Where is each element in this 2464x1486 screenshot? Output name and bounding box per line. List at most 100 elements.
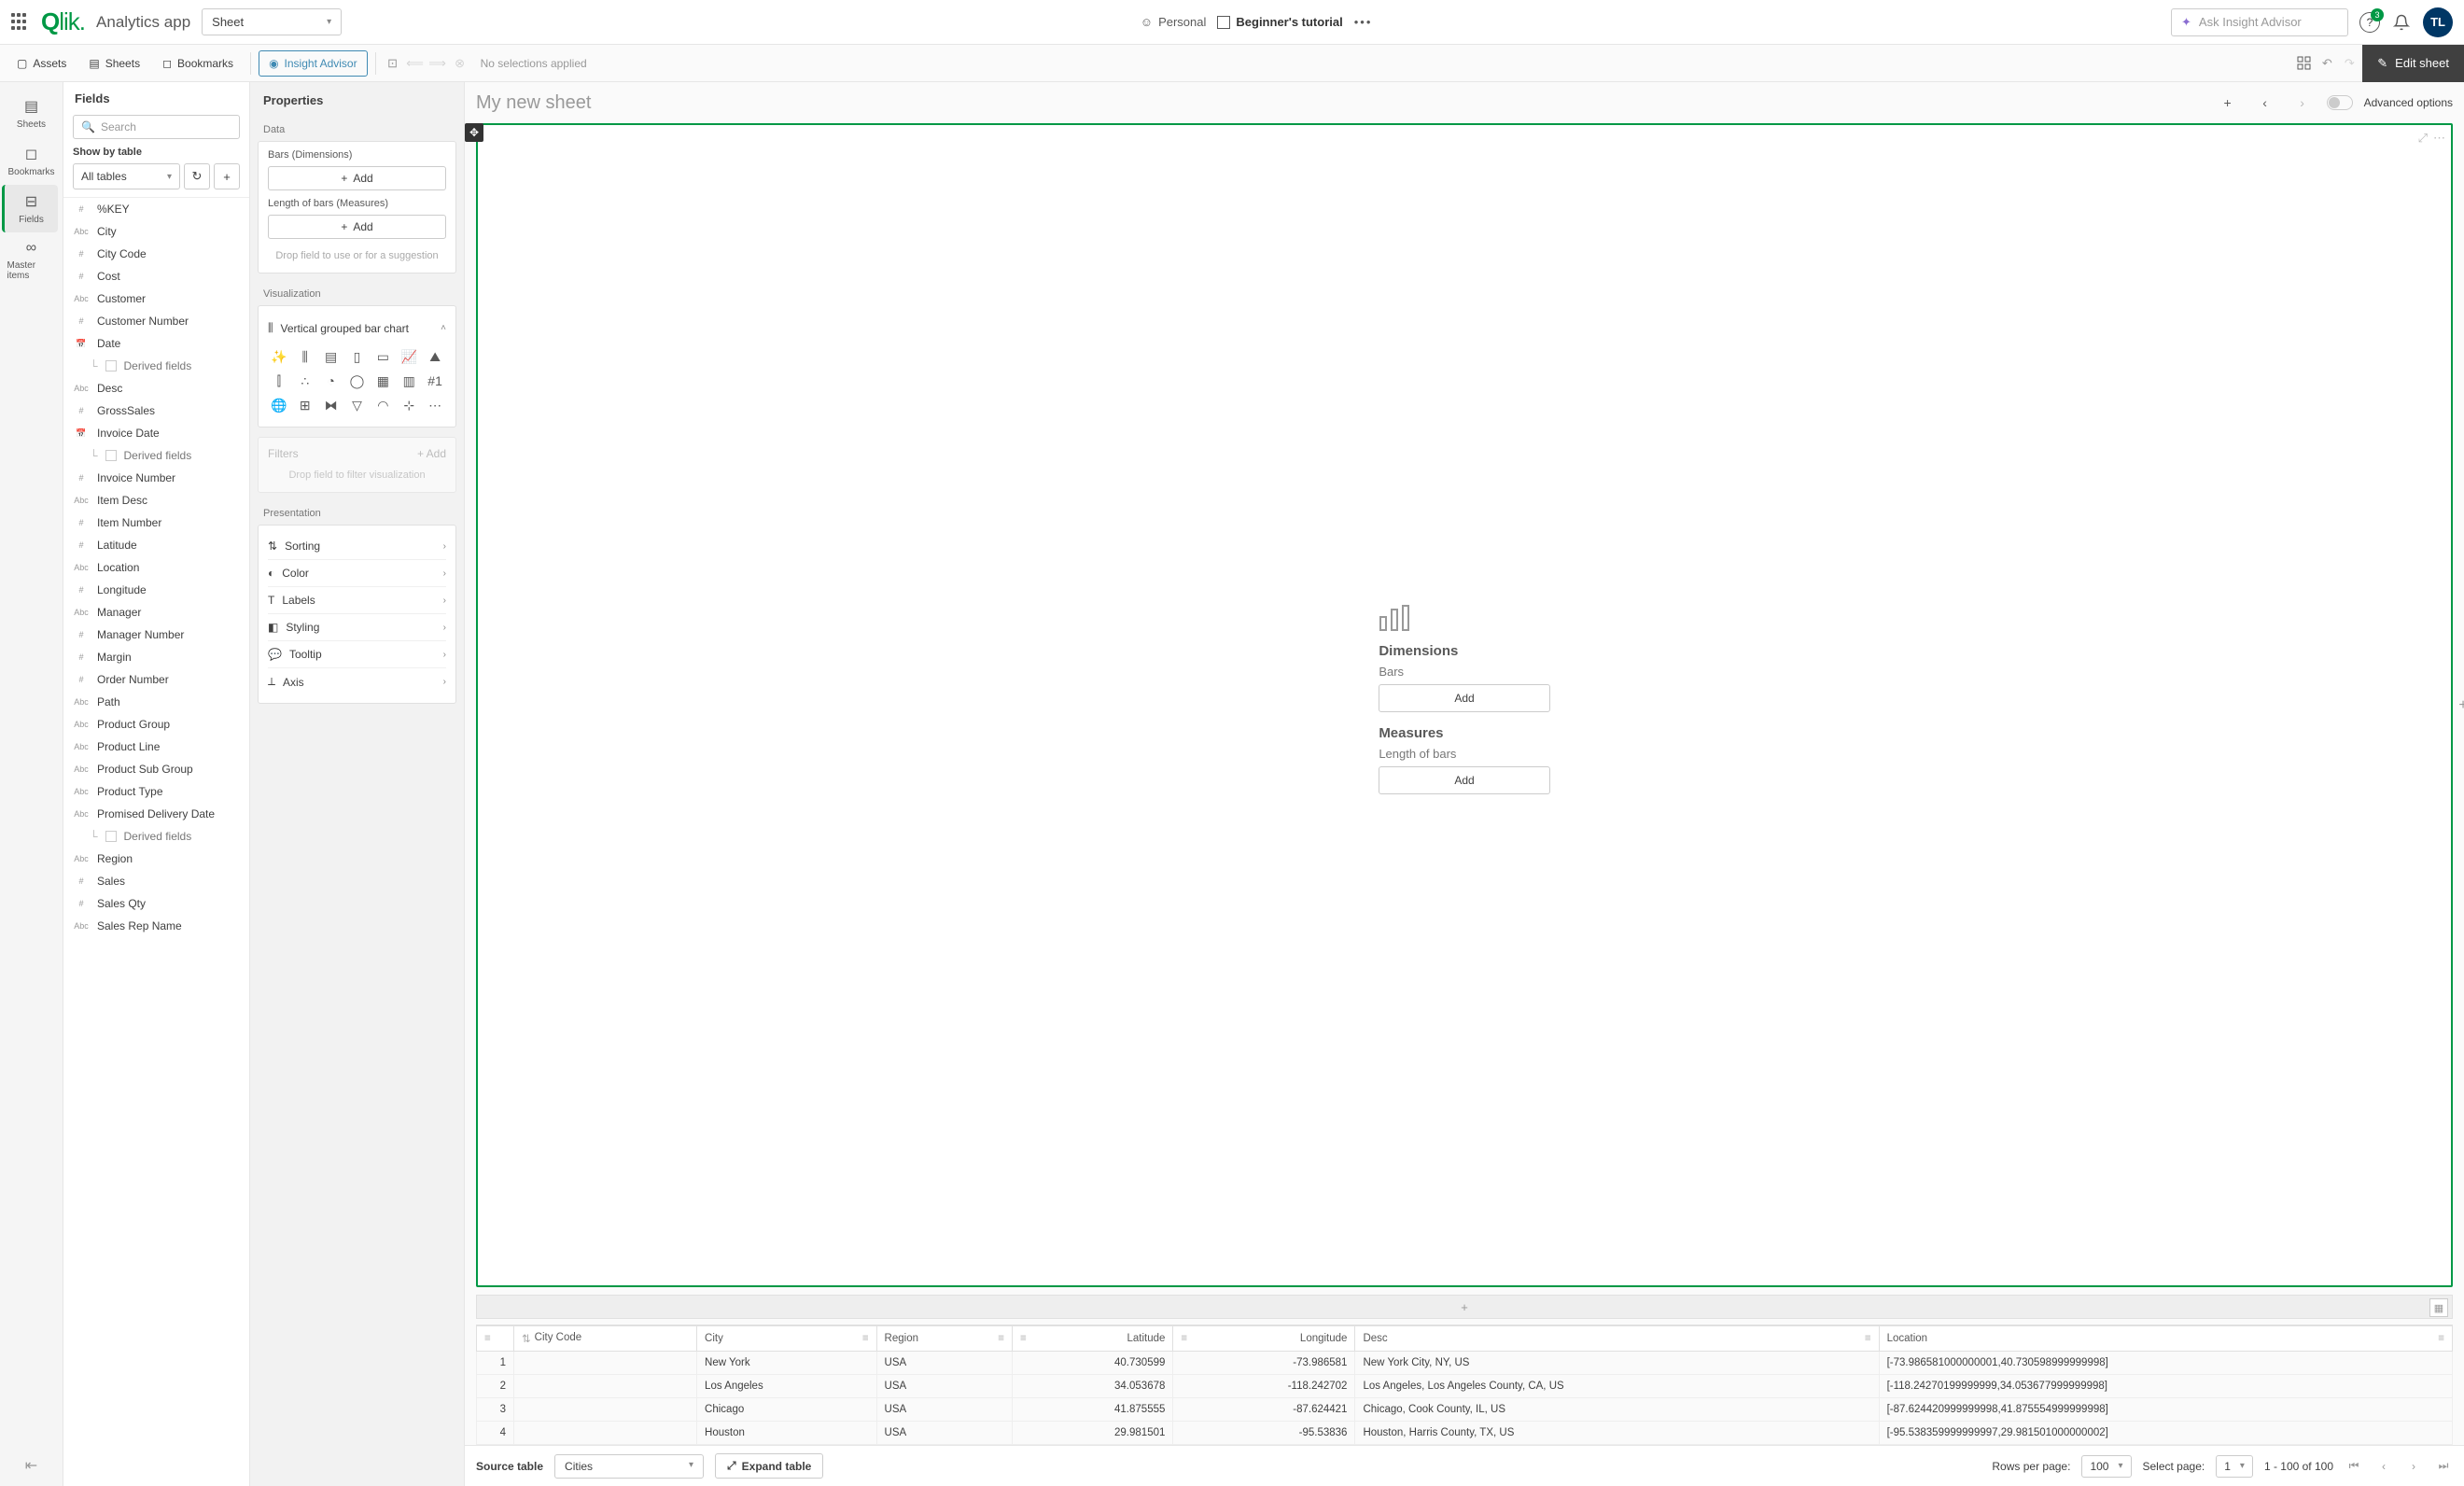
last-page-icon[interactable]: ⏭ [2434,1457,2453,1476]
selection-back-icon[interactable]: ⟸ [406,54,425,73]
field-item[interactable]: #City Code [63,243,249,265]
field-item[interactable]: AbcItem Desc [63,489,249,512]
viz-bar-h-icon[interactable]: ▤ [320,346,343,367]
presentation-color[interactable]: ◐Color› [268,559,446,586]
viz-distribution-icon[interactable]: ⊹ [398,395,420,415]
viz-auto-icon[interactable]: ✨ [268,346,290,367]
clear-selections-icon[interactable]: ⊗ [451,54,469,73]
column-header[interactable]: Region≡ [876,1326,1012,1352]
field-item[interactable]: AbcPromised Delivery Date [63,803,249,825]
field-item[interactable]: AbcCity [63,220,249,243]
fields-search-input[interactable]: 🔍 Search [73,115,240,139]
tutorial-link[interactable]: Beginner's tutorial [1217,15,1342,29]
column-header[interactable]: ⇅ City Code [514,1326,697,1352]
rows-per-page-dropdown[interactable]: 100▾ [2081,1455,2131,1478]
refresh-fields-button[interactable]: ↻ [184,163,210,189]
viz-donut-icon[interactable]: ◯ [346,371,369,391]
table-row[interactable]: 2Los AngelesUSA34.053678-118.242702Los A… [477,1375,2453,1398]
field-item[interactable]: AbcLocation [63,556,249,579]
viz-kpi-icon[interactable]: #1 [424,371,446,391]
field-item[interactable]: AbcProduct Type [63,780,249,803]
viz-scatter-icon[interactable]: ∴ [294,371,316,391]
add-sheet-icon[interactable]: + [2215,90,2241,116]
viz-bar-v-icon[interactable]: ⫼ [294,346,316,367]
viz-combo-icon[interactable]: ⫿ [268,371,290,391]
field-item[interactable]: AbcSales Rep Name [63,915,249,937]
smart-search-icon[interactable]: ⊡ [384,54,402,73]
add-dimension-button[interactable]: +Add [268,166,446,190]
presentation-labels[interactable]: TLabels› [268,586,446,613]
expand-chart-icon[interactable]: ⤢ [2418,131,2428,146]
field-item[interactable]: AbcProduct Group [63,713,249,736]
field-item[interactable]: #Sales Qty [63,892,249,915]
personal-button[interactable]: ☺ Personal [1141,15,1207,29]
undo-icon[interactable]: ↶ [2317,54,2336,73]
ask-insight-input[interactable]: ✦ Ask Insight Advisor [2171,8,2348,36]
field-item[interactable]: #Longitude [63,579,249,601]
field-item[interactable]: └ Derived fields [63,444,249,467]
column-header[interactable]: Desc≡ [1355,1326,1879,1352]
add-field-button[interactable]: + [214,163,240,189]
column-header[interactable]: ≡ [477,1326,514,1352]
add-measure-button[interactable]: +Add [268,215,446,239]
advanced-toggle[interactable] [2327,95,2353,110]
presentation-axis[interactable]: ⟂Axis› [268,667,446,695]
rail-bookmarks[interactable]: ◻ Bookmarks [4,137,60,185]
field-item[interactable]: └ Derived fields [63,355,249,377]
viz-table-icon[interactable]: ▦ [371,371,394,391]
rail-fields[interactable]: ⊟ Fields [2,185,58,232]
select-page-dropdown[interactable]: 1▾ [2216,1455,2253,1478]
prev-sheet-icon[interactable]: ‹ [2252,90,2278,116]
viz-pie-icon[interactable]: ◔ [320,371,343,391]
field-item[interactable]: AbcManager [63,601,249,624]
column-header[interactable]: City≡ [697,1326,877,1352]
field-item[interactable]: #Customer Number [63,310,249,332]
viz-type-selector[interactable]: ⫼ Vertical grouped bar chart ˄ [268,314,446,343]
add-length-button[interactable]: Add [1379,766,1549,794]
column-header[interactable]: Location≡ [1879,1326,2452,1352]
insight-advisor-button[interactable]: ◉Insight Advisor [259,50,368,77]
viz-treemap-icon[interactable]: ⊞ [294,395,316,415]
user-avatar[interactable]: TL [2423,7,2453,37]
help-icon[interactable]: ? 3 [2359,12,2380,33]
field-item[interactable]: #Sales [63,870,249,892]
all-tables-dropdown[interactable]: All tables▾ [73,163,180,189]
field-item[interactable]: #Item Number [63,512,249,534]
first-page-icon[interactable]: ⏮ [2345,1457,2363,1476]
bell-icon[interactable] [2391,12,2412,33]
viz-more-icon[interactable]: ⋯ [424,395,446,415]
viz-stacked-icon[interactable]: ▯ [346,346,369,367]
presentation-sorting[interactable]: ⇅Sorting› [268,533,446,559]
field-item[interactable]: AbcPath [63,691,249,713]
add-column-icon[interactable]: + [2455,697,2464,714]
viz-stacked-h-icon[interactable]: ▭ [371,346,394,367]
column-header[interactable]: ≡Latitude [1012,1326,1172,1352]
collapse-rail-icon[interactable]: ⇤ [25,1456,37,1475]
column-header[interactable]: ≡Longitude [1173,1326,1355,1352]
source-table-dropdown[interactable]: Cities▾ [554,1454,704,1479]
field-item[interactable]: AbcRegion [63,848,249,870]
field-item[interactable]: #Margin [63,646,249,668]
table-row[interactable]: 4HoustonUSA29.981501-95.53836Houston, Ha… [477,1422,2453,1445]
apps-launcher-icon[interactable] [11,13,30,32]
sheet-title[interactable]: My new sheet [476,92,2204,114]
presentation-styling[interactable]: ◧Styling› [268,613,446,640]
table-row[interactable]: 3ChicagoUSA41.875555-87.624421Chicago, C… [477,1398,2453,1422]
viz-funnel-icon[interactable]: ▽ [346,395,369,415]
sheets-button[interactable]: ▤Sheets [79,51,149,76]
viz-pivot-icon[interactable]: ▥ [398,371,420,391]
table-row[interactable]: 1New YorkUSA40.730599-73.986581New York … [477,1352,2453,1375]
chart-more-icon[interactable]: ⋯ [2433,131,2445,146]
grid-view-icon[interactable] [2295,54,2314,73]
field-item[interactable]: #Manager Number [63,624,249,646]
viz-map-icon[interactable]: 🌐 [268,395,290,415]
presentation-tooltip[interactable]: 💬Tooltip› [268,640,446,667]
field-item[interactable]: AbcCustomer [63,287,249,310]
sheet-type-dropdown[interactable]: Sheet▾ [202,8,342,35]
next-page-icon[interactable]: › [2404,1457,2423,1476]
expand-table-button[interactable]: ⤢Expand table [715,1453,823,1479]
rail-master-items[interactable]: ∞ Master items [4,232,60,288]
add-row-bar[interactable]: + ▦ [476,1295,2453,1319]
field-item[interactable]: #GrossSales [63,400,249,422]
next-sheet-icon[interactable]: › [2289,90,2316,116]
